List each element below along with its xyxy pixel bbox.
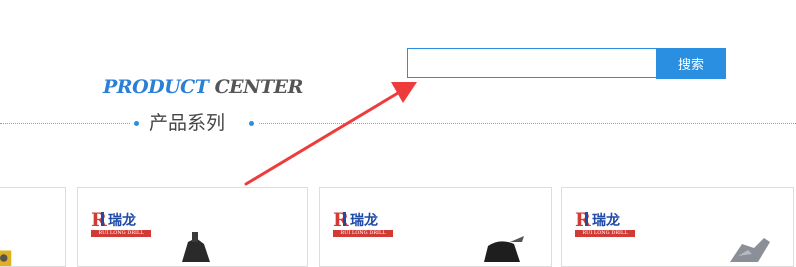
product-image-auger-bit xyxy=(724,232,772,262)
product-image-drill-bit xyxy=(480,232,528,262)
svg-text:R: R xyxy=(91,209,107,230)
svg-text:R: R xyxy=(333,209,349,230)
svg-text:瑞龙: 瑞龙 xyxy=(350,212,378,229)
product-image-drill-bit xyxy=(174,232,222,262)
product-card[interactable]: R 瑞龙 RUI LONG DRILL xyxy=(77,187,308,267)
section-subtitle: 产品系列 xyxy=(149,110,225,136)
svg-text:瑞龙: 瑞龙 xyxy=(108,212,136,229)
logo-mark-icon: R 瑞龙 xyxy=(333,209,395,230)
logo-mark-icon: R 瑞龙 xyxy=(91,209,153,230)
logo-text: RUI LONG DRILL xyxy=(575,230,635,237)
divider-left xyxy=(0,123,130,124)
logo-text: RUI LONG DRILL xyxy=(91,230,151,237)
product-card-partial[interactable] xyxy=(0,187,66,267)
product-image-drill xyxy=(0,238,39,267)
section-title-rest: CENTER xyxy=(215,76,303,98)
section-title: PRODUCT CENTER xyxy=(103,74,303,100)
brand-logo: R 瑞龙 RUI LONG DRILL xyxy=(575,209,637,244)
brand-logo: R 瑞龙 RUI LONG DRILL xyxy=(333,209,395,244)
svg-text:R: R xyxy=(575,209,591,230)
logo-text: RUI LONG DRILL xyxy=(333,230,393,237)
divider-right xyxy=(259,123,796,124)
section-title-accent: PRODUCT xyxy=(103,76,208,98)
product-card[interactable]: R 瑞龙 RUI LONG DRILL xyxy=(319,187,552,267)
product-card[interactable]: R 瑞龙 RUI LONG DRILL xyxy=(561,187,794,267)
brand-logo: R 瑞龙 RUI LONG DRILL xyxy=(91,209,153,244)
search-button[interactable]: 搜索 xyxy=(656,48,726,79)
logo-mark-icon: R 瑞龙 xyxy=(575,209,637,230)
divider-dot-left xyxy=(134,121,139,126)
search-input[interactable] xyxy=(407,48,657,78)
divider-dot-right xyxy=(249,121,254,126)
svg-text:瑞龙: 瑞龙 xyxy=(592,212,620,229)
